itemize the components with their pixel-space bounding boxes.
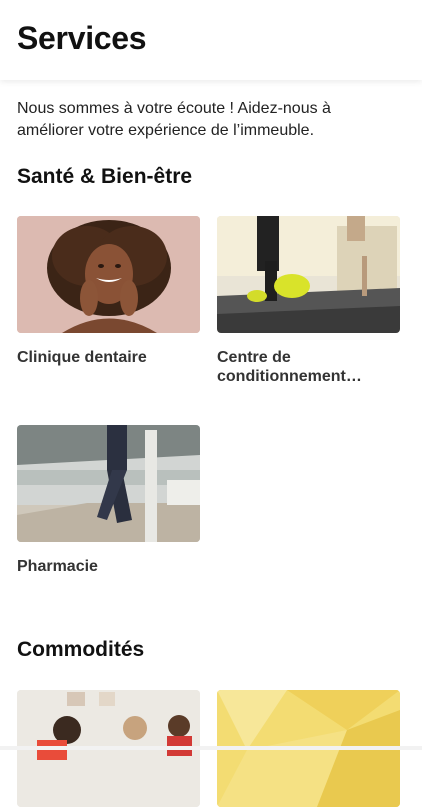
service-label: Centre de conditionnement physique — [217, 349, 346, 385]
service-label: Pharmacie — [17, 558, 98, 575]
service-card-centre-conditionnement[interactable]: Centre de conditionnement physique — [217, 216, 400, 386]
service-label: Clinique dentaire — [17, 349, 147, 366]
service-card-clinique-dentaire[interactable]: Clinique dentaire — [17, 216, 200, 367]
bottom-edge — [0, 746, 422, 750]
centre-conditionnement-image — [217, 216, 400, 333]
clinique-dentaire-image — [17, 216, 200, 333]
intro-text: Nous sommes à votre écoute ! Aidez-nous … — [17, 100, 331, 139]
header-bar: Services — [0, 0, 422, 80]
service-card-pharmacie[interactable]: Pharmacie — [17, 425, 200, 576]
section-title-commodites: Commodités — [17, 638, 145, 661]
page-title: Services — [17, 20, 147, 56]
section-title-sante: Santé & Bien-être — [17, 165, 193, 188]
pharmacie-image — [17, 425, 200, 542]
